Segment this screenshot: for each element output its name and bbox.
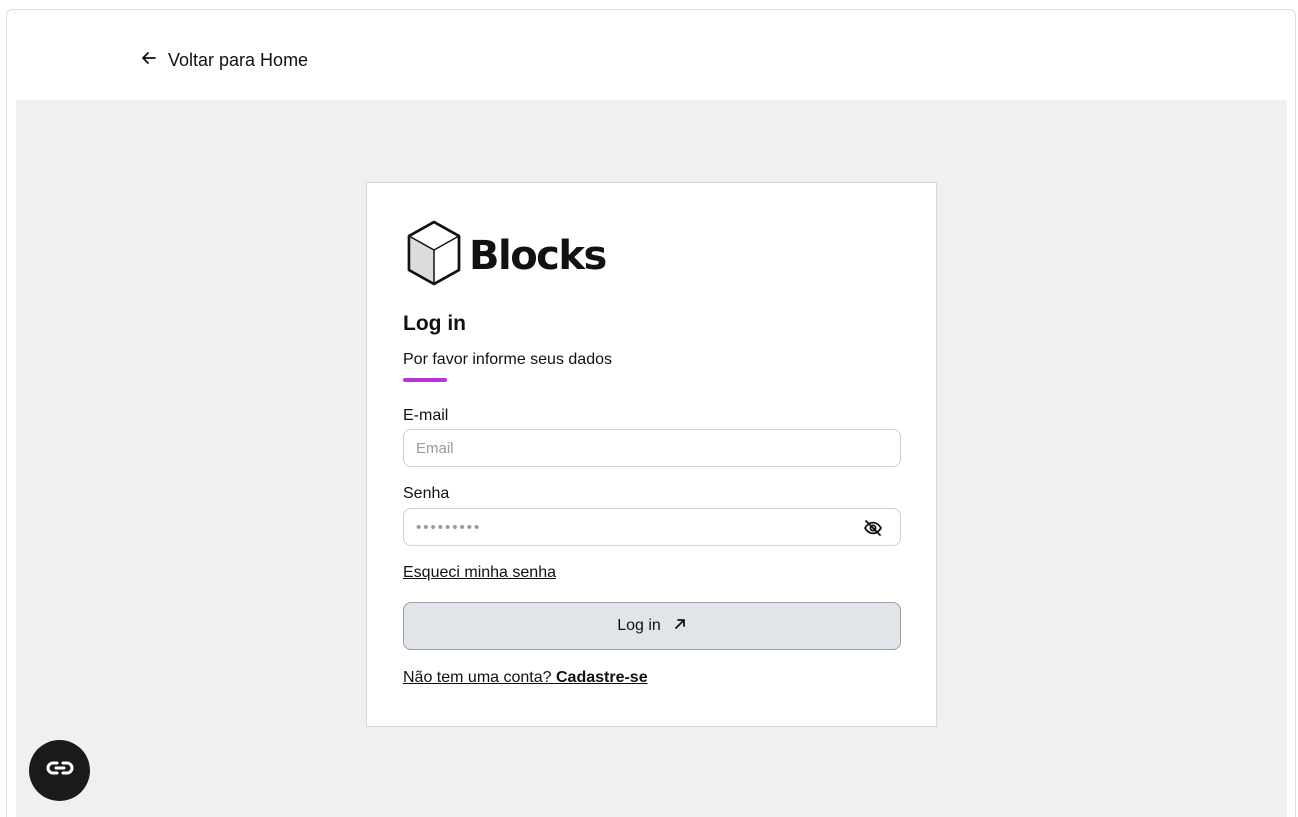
email-input[interactable]	[403, 429, 901, 467]
arrow-up-right-icon	[673, 617, 687, 636]
password-input[interactable]	[403, 508, 901, 546]
login-title: Log in	[403, 312, 466, 335]
brand-name: Blocks	[469, 232, 607, 279]
login-card: Blocks Log in Por favor informe seus dad…	[366, 182, 937, 727]
eye-off-icon[interactable]	[863, 518, 883, 538]
brand-logo: Blocks	[403, 218, 607, 293]
password-label: Senha	[403, 485, 450, 502]
cube-icon	[403, 218, 465, 293]
forgot-password-link[interactable]: Esqueci minha senha	[403, 564, 556, 582]
login-button[interactable]: Log in	[403, 602, 901, 650]
link-icon	[46, 760, 74, 781]
login-button-label: Log in	[617, 617, 661, 634]
email-label: E-mail	[403, 407, 449, 424]
signup-link-label: Cadastre-se	[555, 669, 648, 686]
signup-link[interactable]: Não tem uma conta? Cadastre-se	[403, 669, 648, 687]
accent-underline	[403, 378, 447, 382]
floating-link-button[interactable]	[29, 740, 90, 801]
back-to-home-link[interactable]: Voltar para Home	[140, 47, 308, 73]
arrow-left-icon	[140, 49, 158, 72]
login-subtitle: Por favor informe seus dados	[403, 351, 612, 368]
signup-prompt: Não tem uma conta?	[403, 669, 552, 686]
back-link-label: Voltar para Home	[168, 49, 309, 70]
